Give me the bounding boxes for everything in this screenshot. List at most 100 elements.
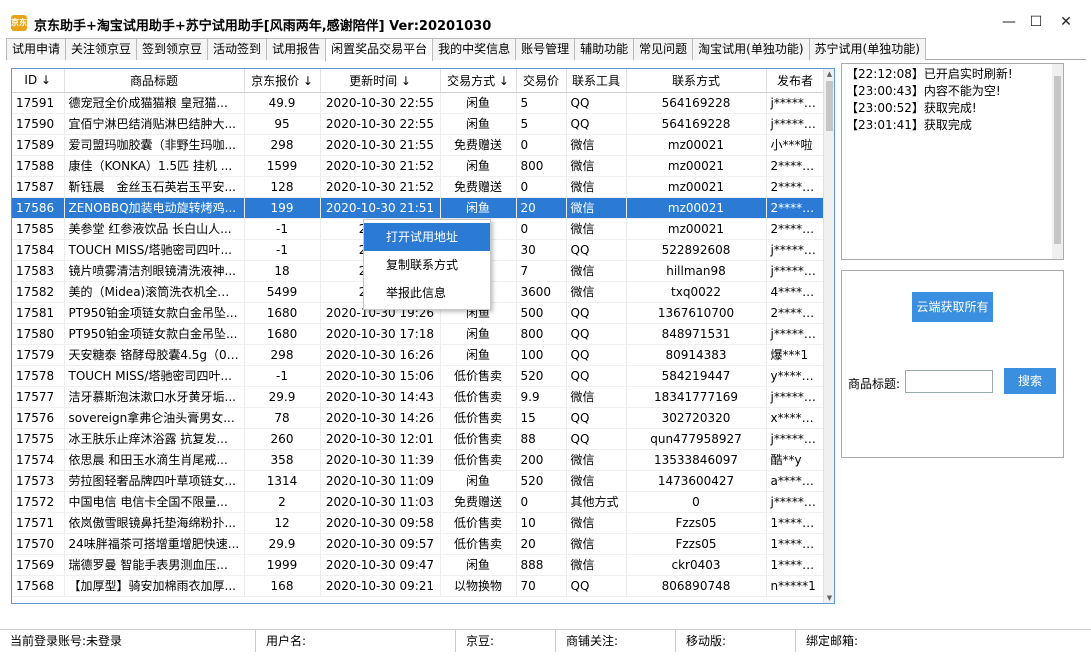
log-line: 【23:00:52】获取完成! [846, 101, 977, 115]
tab-9[interactable]: 常见问题 [633, 38, 694, 60]
table-row[interactable]: 17588 康佳（KONKA）1.5匹 挂机 ... 1599 2020-10-30 … [12, 155, 825, 177]
table-cell: hillman98 [626, 260, 767, 282]
table-cell: qun477958927 [626, 428, 767, 450]
table-cell: 17586 [12, 197, 65, 219]
column-header[interactable]: 交易方式 ↓ [440, 69, 517, 93]
table-cell: 2020-10-30 21:51 [320, 197, 441, 219]
grid-vertical-scrollbar[interactable]: ▲ ▼ [823, 69, 834, 603]
table-cell: 【加厚型】骑安加棉雨衣加厚... [64, 575, 245, 597]
table-cell: 298 [244, 134, 321, 156]
scroll-down-icon[interactable]: ▼ [824, 593, 834, 603]
tab-8[interactable]: 辅助功能 [574, 38, 635, 60]
table-cell: 17569 [12, 554, 65, 576]
column-header[interactable]: 商品标题 [64, 69, 245, 93]
column-header[interactable]: 发布者 [766, 69, 825, 93]
tab-10[interactable]: 淘宝试用(单独功能) [692, 38, 810, 60]
table-cell: sovereign拿弗仑油头膏男女... [64, 407, 245, 429]
table-row[interactable]: 17579 天安糖泰 铬酵母胶囊4.5g（0.... 298 2020-10-30 1… [12, 344, 825, 366]
tab-0[interactable]: 试用申请 [6, 38, 67, 60]
column-header[interactable]: 联系工具 [566, 69, 627, 93]
table-row[interactable]: 17587 靳钰晨 金丝玉石英岩玉平安... 128 2020-10-30 21:52… [12, 176, 825, 198]
log-panel: 【22:12:08】已开启实时刷新! 【23:00:43】内容不能为空! 【23:0… [841, 63, 1064, 260]
close-icon[interactable]: ✕ [1055, 12, 1077, 32]
table-row[interactable]: 17570 24味胖福茶可搭增重增肥快速... 29.9 2020-10-30 09:… [12, 533, 825, 555]
table-cell: 2020-10-30 21:55 [320, 134, 441, 156]
table-cell: 1680 [244, 323, 321, 345]
table-cell: a******** [766, 470, 825, 492]
table-row[interactable]: 17590 宜佰宁淋巴结消贴淋巴结肿大... 95 2020-10-30 22:55 闲… [12, 113, 825, 135]
column-header[interactable]: ID ↓ [12, 69, 65, 93]
column-header[interactable]: 京东报价 ↓ [244, 69, 321, 93]
table-cell: 13533846097 [626, 449, 767, 471]
table-row[interactable]: 17578 TOUCH MISS/塔驰密司四叶... -1 2020-10-30 15… [12, 365, 825, 387]
table-row[interactable]: 17574 依思晨 和田玉水滴生肖尾戒... 358 2020-10-30 11:39… [12, 449, 825, 471]
column-header[interactable]: 交易价 [516, 69, 567, 93]
log-line: 【22:12:08】已开启实时刷新! [846, 67, 1013, 81]
table-row[interactable]: 17568 【加厚型】骑安加棉雨衣加厚... 168 2020-10-30 09:21… [12, 575, 825, 597]
search-button[interactable]: 搜索 [1004, 368, 1056, 394]
table-row[interactable]: 17572 中国电信 电信卡全国不限量... 2 2020-10-30 11:03 免费… [12, 491, 825, 513]
table-cell: 500 [516, 302, 567, 324]
table-cell: 闲鱼 [440, 323, 517, 345]
minimize-icon[interactable]: — [998, 12, 1020, 32]
table-cell: 免费赠送 [440, 134, 517, 156]
table-row[interactable]: 17580 PT950铂金项链女款白金吊坠... 1680 2020-10-30 17… [12, 323, 825, 345]
table-cell: 564169228 [626, 113, 767, 135]
table-cell: 0 [516, 134, 567, 156]
table-row[interactable]: 17573 劳拉图轻奢品牌四叶草项链女... 1314 2020-10-30 11:0… [12, 470, 825, 492]
log-scrollbar[interactable] [1052, 64, 1063, 259]
scroll-up-icon[interactable]: ▲ [824, 69, 834, 79]
table-cell: 微信 [566, 260, 627, 282]
table-cell: 德宠冠全价成猫猫粮 皇冠猫... [64, 92, 245, 114]
table-cell: 17588 [12, 155, 65, 177]
context-menu-item[interactable]: 打开试用地址 [364, 223, 490, 251]
search-input[interactable] [905, 370, 993, 393]
column-header[interactable]: 联系方式 [626, 69, 767, 93]
window-title: 京东助手+淘宝试用助手+苏宁试用助手[风雨两年,感谢陪伴] Ver:202010… [34, 19, 492, 34]
table-cell: 17579 [12, 344, 65, 366]
tab-6[interactable]: 我的中奖信息 [432, 38, 517, 60]
table-cell: 2020-10-30 11:39 [320, 449, 441, 471]
table-cell: txq0022 [626, 281, 767, 303]
table-cell: QQ [566, 407, 627, 429]
tab-11[interactable]: 苏宁试用(单独功能) [808, 38, 926, 60]
table-row[interactable]: 17576 sovereign拿弗仑油头膏男女... 78 2020-10-30 14… [12, 407, 825, 429]
maximize-icon[interactable]: ☐ [1025, 12, 1047, 32]
grid-scroll-thumb[interactable] [826, 81, 833, 131]
table-cell: 1******** [766, 554, 825, 576]
table-cell: 低价售卖 [440, 365, 517, 387]
tab-7[interactable]: 账号管理 [515, 38, 576, 60]
table-row[interactable]: 17586 ZENOBBQ加装电动旋转烤鸡... 199 2020-10-30 21:… [12, 197, 825, 219]
table-cell: 镜片喷雾清洁剂眼镜清洗液神... [64, 260, 245, 282]
log-scroll-thumb[interactable] [1054, 76, 1061, 244]
tab-1[interactable]: 关注领京豆 [65, 38, 138, 60]
table-row[interactable]: 17575 冰王肤乐止痒沐浴露 抗复发... 260 2020-10-30 12:01… [12, 428, 825, 450]
table-cell: 洁牙慕斯泡沫漱口水牙黄牙垢... [64, 386, 245, 408]
table-cell: 爆***1 [766, 344, 825, 366]
table-cell: 18341777169 [626, 386, 767, 408]
table-row[interactable]: 17571 依岚傲雪眼镜鼻托垫海绵粉扑... 12 2020-10-30 09:58 低… [12, 512, 825, 534]
context-menu-item[interactable]: 举报此信息 [364, 279, 490, 307]
table-cell: 15 [516, 407, 567, 429]
table-row[interactable]: 17589 爱司盟玛咖胶囊（非野生玛咖... 298 2020-10-30 21:55… [12, 134, 825, 156]
cloud-fetch-all-button[interactable]: 云端获取所有 [912, 292, 993, 322]
table-cell: 依思晨 和田玉水滴生肖尾戒... [64, 449, 245, 471]
table-cell: 2020-10-30 22:55 [320, 113, 441, 135]
tab-4[interactable]: 试用报告 [266, 38, 327, 60]
table-cell: 闲鱼 [440, 113, 517, 135]
trade-grid[interactable]: ID ↓ 商品标题 京东报价 ↓ 更新时间 ↓ 交易方式 ↓ 交易价 联系工具 联系方式 发布者… [11, 68, 835, 604]
context-menu-item[interactable]: 复制联系方式 [364, 251, 490, 279]
tab-3[interactable]: 活动签到 [207, 38, 268, 60]
table-cell: 2******** [766, 302, 825, 324]
search-label: 商品标题: [848, 377, 901, 391]
tab-2[interactable]: 签到领京豆 [136, 38, 209, 60]
table-row[interactable]: 17569 瑞德罗曼 智能手表男测血压... 1999 2020-10-30 09:4… [12, 554, 825, 576]
table-cell: 靳钰晨 金丝玉石英岩玉平安... [64, 176, 245, 198]
tab-5[interactable]: 闲置奖品交易平台 [325, 38, 434, 61]
column-header[interactable]: 更新时间 ↓ [320, 69, 441, 93]
table-row[interactable]: 17577 洁牙慕斯泡沫漱口水牙黄牙垢... 29.9 2020-10-30 14:4… [12, 386, 825, 408]
status-username: 用户名: [256, 630, 456, 652]
table-row[interactable]: 17591 德宠冠全价成猫猫粮 皇冠猫... 49.9 2020-10-30 22:5… [12, 92, 825, 114]
table-cell: PT950铂金项链女款白金吊坠... [64, 302, 245, 324]
trade-table: ID ↓ 商品标题 京东报价 ↓ 更新时间 ↓ 交易方式 ↓ 交易价 联系工具 联系方式 发布者… [12, 69, 825, 597]
